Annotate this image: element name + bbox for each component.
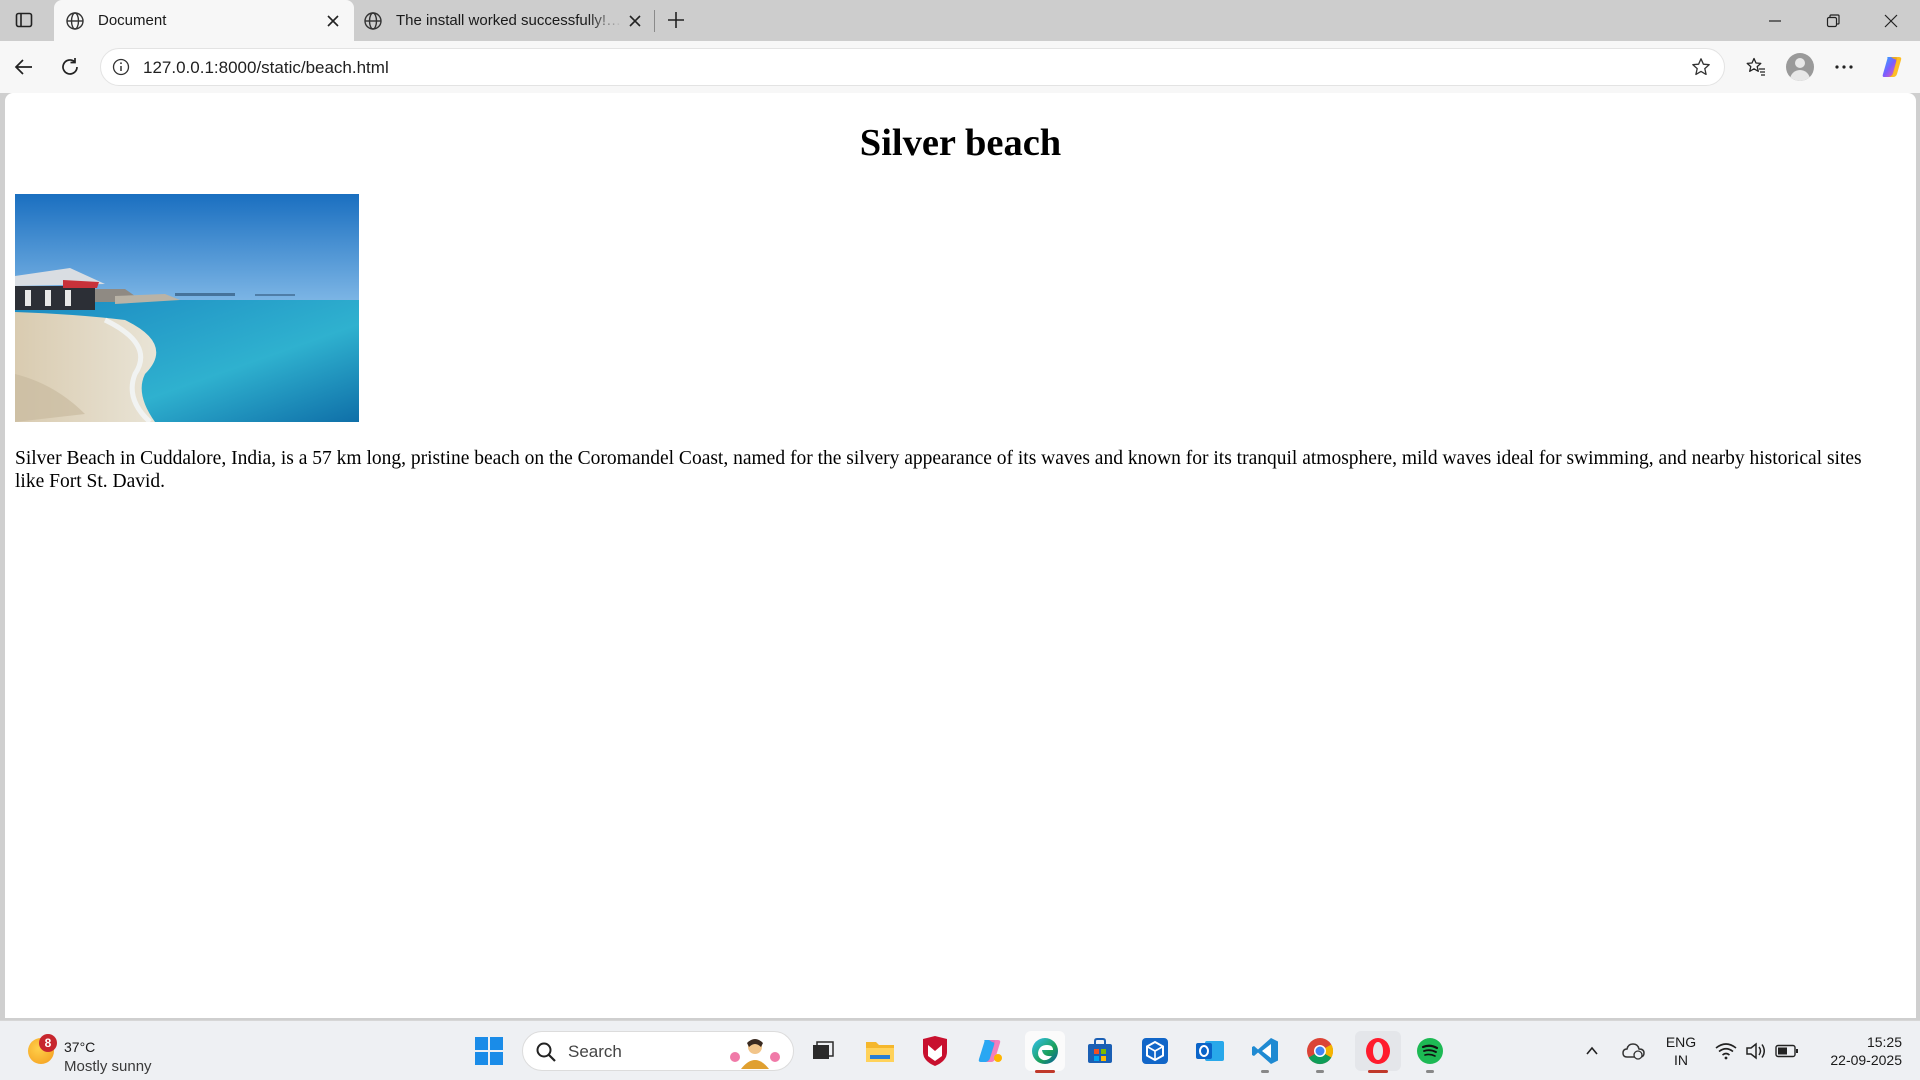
onedrive-icon[interactable] (1620, 1038, 1648, 1064)
web-content: Silver beach Silver Beach in Cuddalore, … (5, 93, 1916, 1018)
weather-widget[interactable]: 8 37°C Mostly sunny (24, 1029, 184, 1075)
dev-tool-icon[interactable] (1135, 1031, 1175, 1071)
edge-icon[interactable] (1025, 1031, 1065, 1073)
site-info-icon[interactable] (111, 57, 131, 77)
vscode-icon[interactable] (1245, 1031, 1285, 1073)
system-clock[interactable]: 15:25 22-09-2025 (1810, 1033, 1902, 1069)
active-indicator (1368, 1070, 1388, 1073)
browser-toolbar: 127.0.0.1:8000/static/beach.html (0, 41, 1920, 93)
start-icon[interactable] (469, 1031, 509, 1071)
region-code: IN (1674, 1052, 1688, 1068)
running-indicator (1316, 1070, 1324, 1073)
copilot-app-icon[interactable] (970, 1031, 1010, 1071)
language-code: ENG (1665, 1034, 1697, 1050)
copilot-icon[interactable] (1876, 51, 1908, 83)
page-body: Silver beach Silver Beach in Cuddalore, … (5, 121, 1916, 492)
avatar-head (1795, 58, 1805, 68)
restore-icon[interactable] (1804, 0, 1862, 41)
battery-icon[interactable] (1774, 1039, 1800, 1063)
task-view-icon[interactable] (803, 1031, 843, 1071)
back-icon[interactable] (8, 51, 40, 83)
clock-time: 15:25 (1866, 1034, 1902, 1050)
refresh-icon[interactable] (54, 51, 86, 83)
favorite-star-icon[interactable] (1690, 56, 1712, 78)
weather-condition: Mostly sunny (64, 1058, 152, 1075)
address-bar[interactable]: 127.0.0.1:8000/static/beach.html (100, 48, 1725, 86)
close-tab-icon[interactable] (320, 8, 346, 34)
volume-icon[interactable] (1744, 1039, 1768, 1063)
more-options-icon[interactable] (1828, 51, 1860, 83)
opera-icon[interactable] (1355, 1031, 1401, 1073)
tab-title: The install worked successfully! Congrat… (396, 12, 622, 29)
close-tab-icon[interactable] (622, 8, 648, 34)
running-indicator (1261, 1070, 1269, 1073)
chrome-icon[interactable] (1300, 1031, 1340, 1073)
running-indicator (1426, 1070, 1434, 1073)
wifi-icon[interactable] (1714, 1039, 1738, 1063)
language-indicator[interactable]: ENG IN (1660, 1033, 1702, 1069)
minimize-icon[interactable] (1746, 0, 1804, 41)
beach-description: Silver Beach in Cuddalore, India, is a 5… (15, 448, 1862, 492)
chevron-up-icon[interactable] (1580, 1039, 1604, 1063)
tab-actions-icon[interactable] (10, 8, 38, 32)
globe-icon (64, 10, 86, 32)
taskbar: 8 37°C Mostly sunny Search ENG IN 15:25 … (0, 1020, 1920, 1080)
file-explorer-icon[interactable] (860, 1031, 900, 1071)
tab-strip: Document The install worked successfully… (0, 0, 1920, 41)
search-placeholder: Search (568, 1042, 622, 1061)
page-heading: Silver beach (859, 122, 1062, 164)
search-icon (536, 1042, 556, 1062)
tab-divider (654, 10, 655, 32)
avatar-body (1790, 70, 1810, 81)
spotify-icon[interactable] (1410, 1031, 1450, 1073)
search-highlight-icon (730, 1039, 780, 1069)
favorites-icon[interactable] (1740, 51, 1772, 83)
tab-install-success[interactable]: The install worked successfully! Congrat… (356, 0, 656, 41)
new-tab-icon[interactable] (662, 6, 690, 34)
outlook-icon[interactable] (1190, 1031, 1230, 1071)
tab-title: Document (98, 12, 167, 29)
notification-badge: 8 (39, 1034, 57, 1052)
active-indicator (1035, 1070, 1055, 1073)
clock-date: 22-09-2025 (1830, 1052, 1902, 1068)
profile-avatar[interactable] (1786, 53, 1814, 81)
weather-temperature: 37°C (64, 1039, 96, 1055)
microsoft-store-icon[interactable] (1080, 1031, 1120, 1071)
globe-icon (362, 10, 384, 32)
beach-image (15, 194, 359, 422)
url-text[interactable]: 127.0.0.1:8000/static/beach.html (143, 58, 389, 78)
mcafee-icon[interactable] (915, 1031, 955, 1071)
taskbar-search[interactable]: Search (522, 1031, 794, 1071)
tab-document[interactable]: Document (54, 0, 354, 41)
close-window-icon[interactable] (1862, 0, 1920, 41)
